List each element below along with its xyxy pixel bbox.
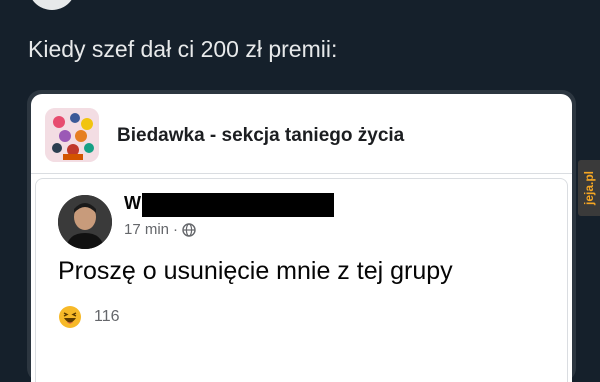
reaction-count: 116 [94, 308, 120, 325]
watermark-text: jeja.pl [582, 170, 596, 205]
globe-icon [182, 222, 196, 237]
post-text: Proszę o usunięcie mnie z tej grupy [58, 257, 453, 285]
post-author-name[interactable]: W [124, 193, 141, 214]
group-collage-icon [45, 108, 99, 162]
post-author-avatar[interactable] [58, 195, 112, 249]
redaction-bar [142, 193, 334, 217]
reactions-summary[interactable]: 116 [58, 305, 120, 329]
group-header: Biedawka - sekcja taniego życia [31, 94, 572, 174]
facebook-screenshot: Biedawka - sekcja taniego życia W 17 min… [31, 94, 572, 382]
jeja-watermark: jeja.pl [578, 160, 600, 216]
group-name[interactable]: Biedawka - sekcja taniego życia [117, 125, 404, 147]
haha-emoji-icon [58, 305, 82, 329]
post-card: W 17 min · Proszę o usunięcie mnie z tej… [35, 178, 568, 382]
tweet-text: Kiedy szef dał ci 200 zł premii: [28, 36, 338, 62]
post-time[interactable]: 17 min [124, 221, 169, 238]
post-meta: 17 min · [124, 221, 196, 238]
meta-separator: · [173, 221, 179, 238]
tweet-author-avatar[interactable] [28, 0, 76, 10]
